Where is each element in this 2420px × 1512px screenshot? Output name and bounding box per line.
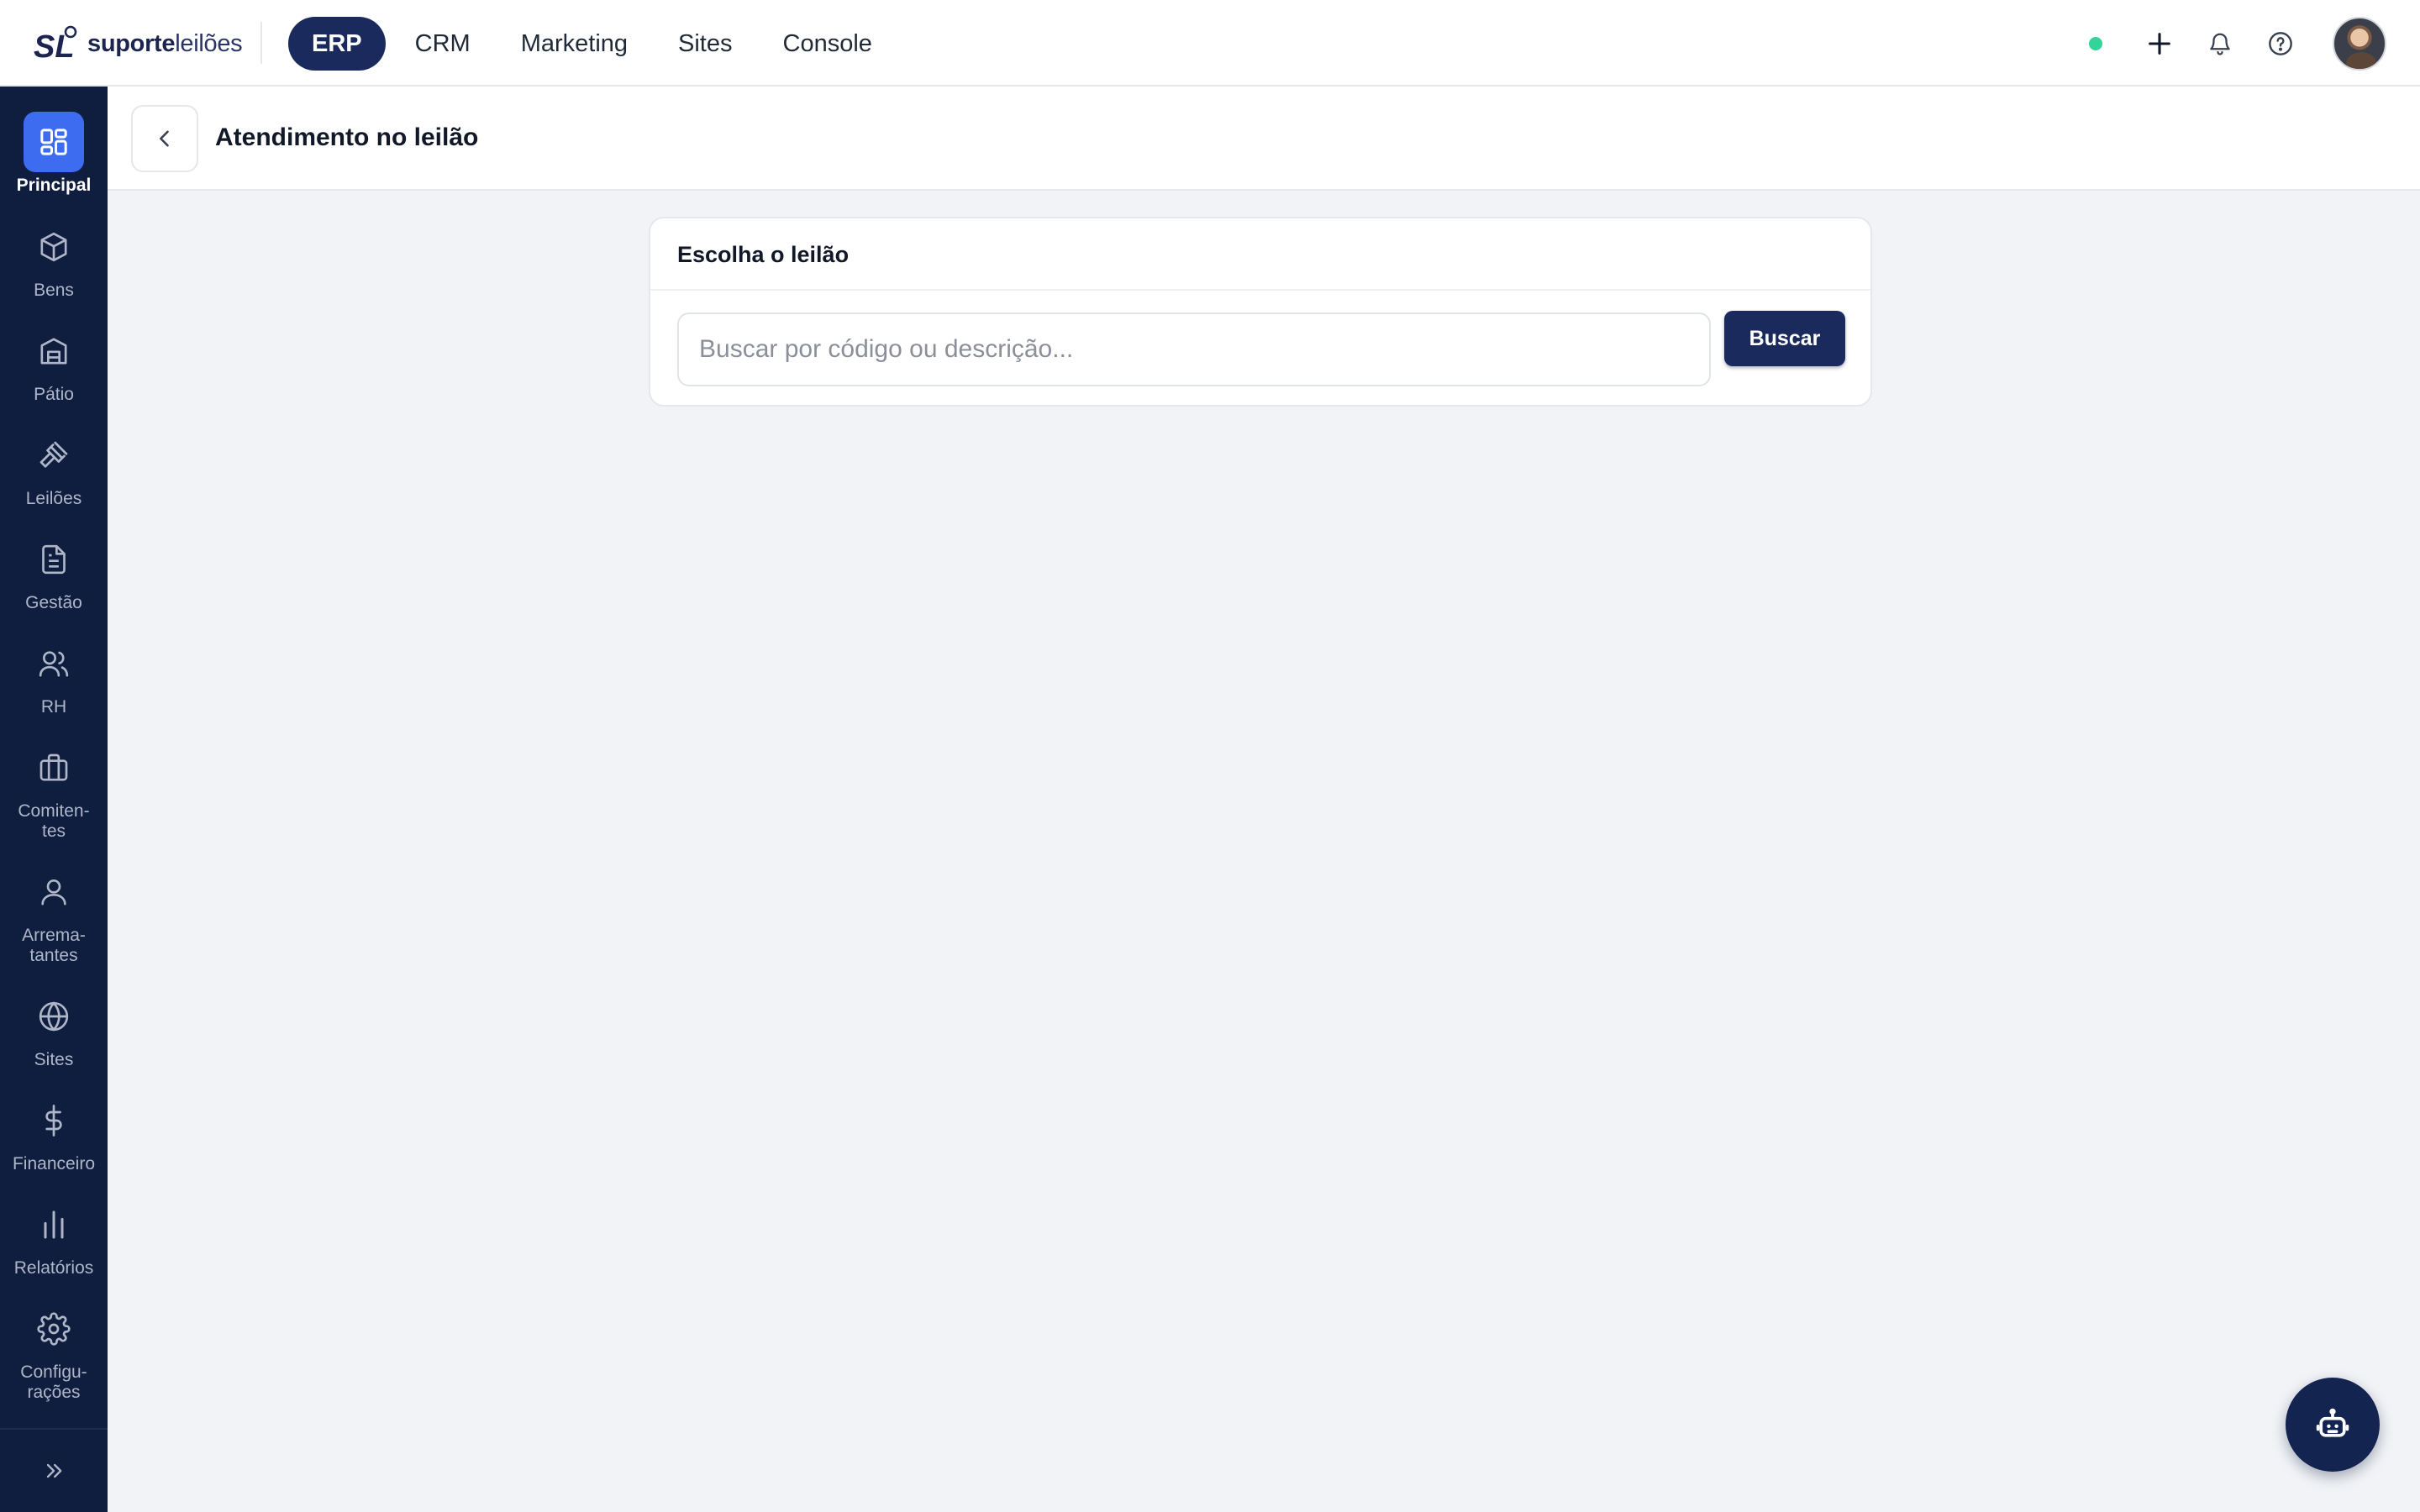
sidebar-item-label: Comiten- tes [18,801,90,841]
plus-icon [2149,33,2170,55]
sidebar-item-label: Principal [16,176,92,195]
assistant-bot-button[interactable] [2286,1378,2380,1472]
sidebar-item-label: Gestão [25,593,82,612]
auction-select-card: Escolha o leilão Buscar [649,217,1872,407]
svg-text:SL: SL [34,29,75,64]
help-icon [2269,32,2292,55]
gear-icon [24,1299,84,1359]
top-nav: ERP CRM Marketing Sites Console [288,17,898,71]
bot-icon [2316,1408,2349,1437]
dollar-icon [24,1090,84,1151]
top-right-actions [2089,17,2386,71]
top-divider [260,22,262,64]
sidebar-item-leiloes[interactable]: Leilões [0,425,108,509]
sidebar-item-label: Financeiro [12,1154,96,1173]
back-button[interactable] [131,105,198,172]
help-button[interactable] [2260,24,2301,64]
chevron-left-icon [160,130,169,147]
notifications-button[interactable] [2200,24,2240,64]
users-icon [24,633,84,694]
briefcase-icon [24,738,84,798]
document-icon [24,529,84,590]
search-button[interactable]: Buscar [1724,311,1845,366]
brand-logo[interactable]: SL suporteleilões [34,24,243,64]
sidebar: Principal Bens Pátio Leilões Gestão RH C… [0,87,108,1512]
box-icon [24,217,84,277]
top-nav-console[interactable]: Console [759,17,897,71]
card-title: Escolha o leilão [650,218,1870,291]
warehouse-icon [24,321,84,381]
sidebar-item-relatorios[interactable]: Relatórios [0,1194,108,1278]
top-nav-erp[interactable]: ERP [288,17,386,71]
sidebar-item-sites[interactable]: Sites [0,986,108,1070]
sidebar-item-financeiro[interactable]: Financeiro [0,1090,108,1174]
page-header: Atendimento no leilão [108,87,2420,191]
sidebar-item-label: Arrema- tantes [22,926,86,965]
sidebar-item-label: Sites [34,1050,74,1069]
top-bar: SL suporteleilões ERP CRM Marketing Site… [0,0,2420,87]
sidebar-item-configuracoes[interactable]: Configu- rações [0,1299,108,1403]
sidebar-item-rh[interactable]: RH [0,633,108,717]
globe-icon [24,986,84,1047]
chevrons-right-icon [46,1463,62,1478]
online-status-dot [2089,37,2102,50]
bar-chart-icon [24,1194,84,1255]
sidebar-item-patio[interactable]: Pátio [0,321,108,405]
logo-mark-icon: SL [34,25,77,64]
user-icon [24,862,84,922]
sidebar-item-label: Configu- rações [20,1362,87,1402]
top-nav-crm[interactable]: CRM [391,17,495,71]
sidebar-item-label: Leilões [25,489,82,508]
dashboard-icon [24,112,84,172]
avatar[interactable] [2333,17,2386,71]
sidebar-item-label: Bens [34,281,74,300]
sidebar-expand-button[interactable] [0,1428,108,1512]
search-input[interactable] [677,312,1711,386]
sidebar-item-label: Pátio [34,385,74,404]
sidebar-item-bens[interactable]: Bens [0,217,108,301]
add-button[interactable] [2139,24,2180,64]
page-title: Atendimento no leilão [215,123,479,151]
brand-name: suporteleilões [87,29,243,57]
top-nav-marketing[interactable]: Marketing [497,17,652,71]
sidebar-item-principal[interactable]: Principal [0,112,108,196]
sidebar-item-label: RH [40,697,67,717]
sidebar-item-comitentes[interactable]: Comiten- tes [0,738,108,842]
sidebar-item-label: Relatórios [13,1258,94,1278]
top-nav-sites[interactable]: Sites [654,17,756,71]
bell-icon [2210,33,2230,55]
gavel-icon [24,425,84,486]
sidebar-item-arrematantes[interactable]: Arrema- tantes [0,862,108,966]
sidebar-item-gestao[interactable]: Gestão [0,529,108,613]
